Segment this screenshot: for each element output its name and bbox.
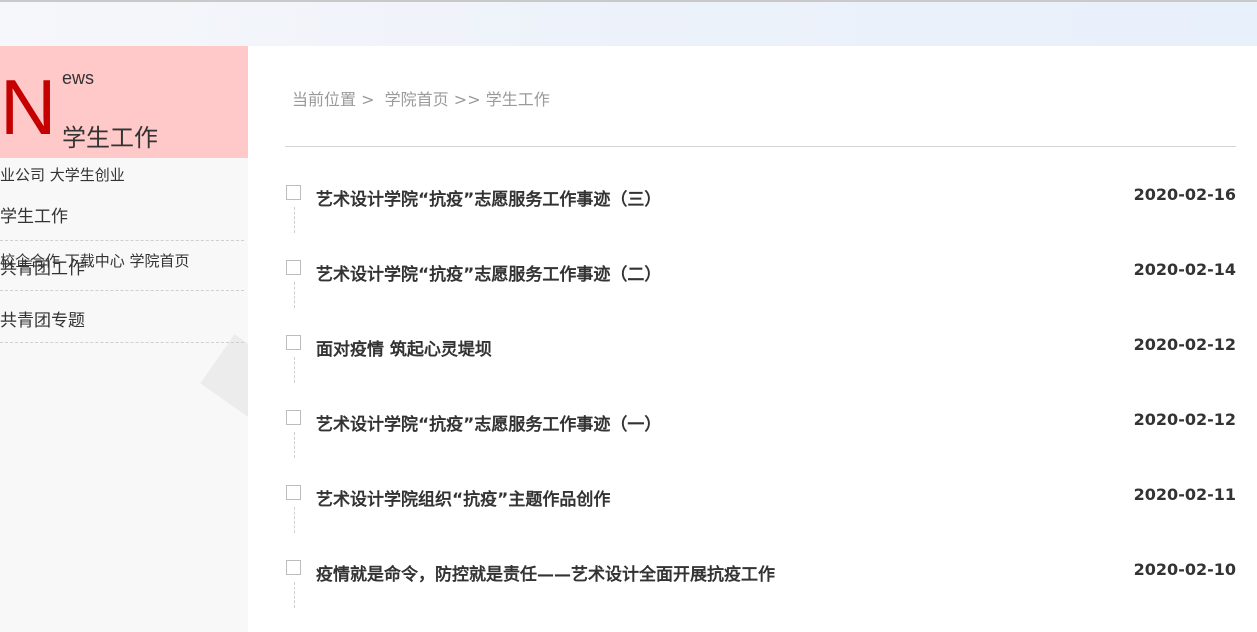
dashed-connector <box>294 507 295 533</box>
list-item[interactable]: 艺术设计学院“抗疫”志愿服务工作事迹（三） 2020-02-16 <box>285 183 1236 258</box>
top-banner <box>0 0 1257 46</box>
bullet-square-icon <box>286 185 301 200</box>
list-item[interactable]: 疫情就是命令，防控就是责任——艺术设计全面开展抗疫工作 2020-02-10 <box>285 558 1236 632</box>
news-title-link[interactable]: 艺术设计学院“抗疫”志愿服务工作事迹（二） <box>316 260 661 285</box>
dashed-connector <box>294 357 295 383</box>
news-title-link[interactable]: 艺术设计学院组织“抗疫”主题作品创作 <box>316 485 610 510</box>
sidebar-item-youth-league[interactable]: 共青团工作 <box>0 254 244 291</box>
news-logo-letter: N <box>0 63 57 151</box>
news-title-link[interactable]: 艺术设计学院“抗疫”志愿服务工作事迹（三） <box>316 185 661 210</box>
breadcrumb-separator: >> <box>453 90 481 109</box>
news-date: 2020-02-10 <box>1133 560 1236 579</box>
dashed-connector <box>294 582 295 608</box>
decorative-shape <box>200 334 248 418</box>
news-date: 2020-02-12 <box>1133 335 1236 354</box>
news-date: 2020-02-11 <box>1133 485 1236 504</box>
dashed-connector <box>294 282 295 308</box>
news-title-link[interactable]: 艺术设计学院“抗疫”志愿服务工作事迹（一） <box>316 410 661 435</box>
sidebar-item-student-work[interactable]: 学生工作 <box>0 202 244 241</box>
dashed-connector <box>294 207 295 233</box>
bullet-square-icon <box>286 560 301 575</box>
section-title: 学生工作 <box>62 124 158 152</box>
news-title-link[interactable]: 面对疫情 筑起心灵堤坝 <box>316 335 492 360</box>
news-date: 2020-02-16 <box>1133 185 1236 204</box>
bullet-square-icon <box>286 335 301 350</box>
news-list: 艺术设计学院“抗疫”志愿服务工作事迹（三） 2020-02-16 艺术设计学院“… <box>285 183 1236 632</box>
list-item[interactable]: 艺术设计学院“抗疫”志愿服务工作事迹（一） 2020-02-12 <box>285 408 1236 483</box>
dashed-connector <box>294 432 295 458</box>
list-item[interactable]: 艺术设计学院组织“抗疫”主题作品创作 2020-02-11 <box>285 483 1236 558</box>
list-item[interactable]: 面对疫情 筑起心灵堤坝 2020-02-12 <box>285 333 1236 408</box>
bullet-square-icon <box>286 260 301 275</box>
page: N ews 学生工作 业公司 大学生创业 校企合作 下载中心 学院首页 学生工作… <box>0 0 1257 632</box>
breadcrumb-current[interactable]: 学生工作 <box>486 90 550 109</box>
bullet-square-icon <box>286 485 301 500</box>
bullet-square-icon <box>286 410 301 425</box>
list-item[interactable]: 艺术设计学院“抗疫”志愿服务工作事迹（二） 2020-02-14 <box>285 258 1236 333</box>
news-logo-text: ews <box>62 68 95 88</box>
breadcrumb-prefix: 当前位置 > <box>292 90 375 109</box>
breadcrumb-home-link[interactable]: 学院首页 <box>385 90 449 109</box>
news-date: 2020-02-12 <box>1133 410 1236 429</box>
left-sidebar: N ews 学生工作 业公司 大学生创业 校企合作 下载中心 学院首页 学生工作… <box>0 46 248 632</box>
news-header: N ews 学生工作 <box>0 46 248 158</box>
breadcrumb: 当前位置 > 学院首页 >> 学生工作 <box>292 86 550 110</box>
news-title-link[interactable]: 疫情就是命令，防控就是责任——艺术设计全面开展抗疫工作 <box>316 560 775 585</box>
news-date: 2020-02-14 <box>1133 260 1236 279</box>
divider <box>285 146 1236 147</box>
overflow-nav-links[interactable]: 业公司 大学生创业 <box>0 164 125 185</box>
sidebar-item-youth-league-topics[interactable]: 共青团专题 <box>0 306 244 343</box>
